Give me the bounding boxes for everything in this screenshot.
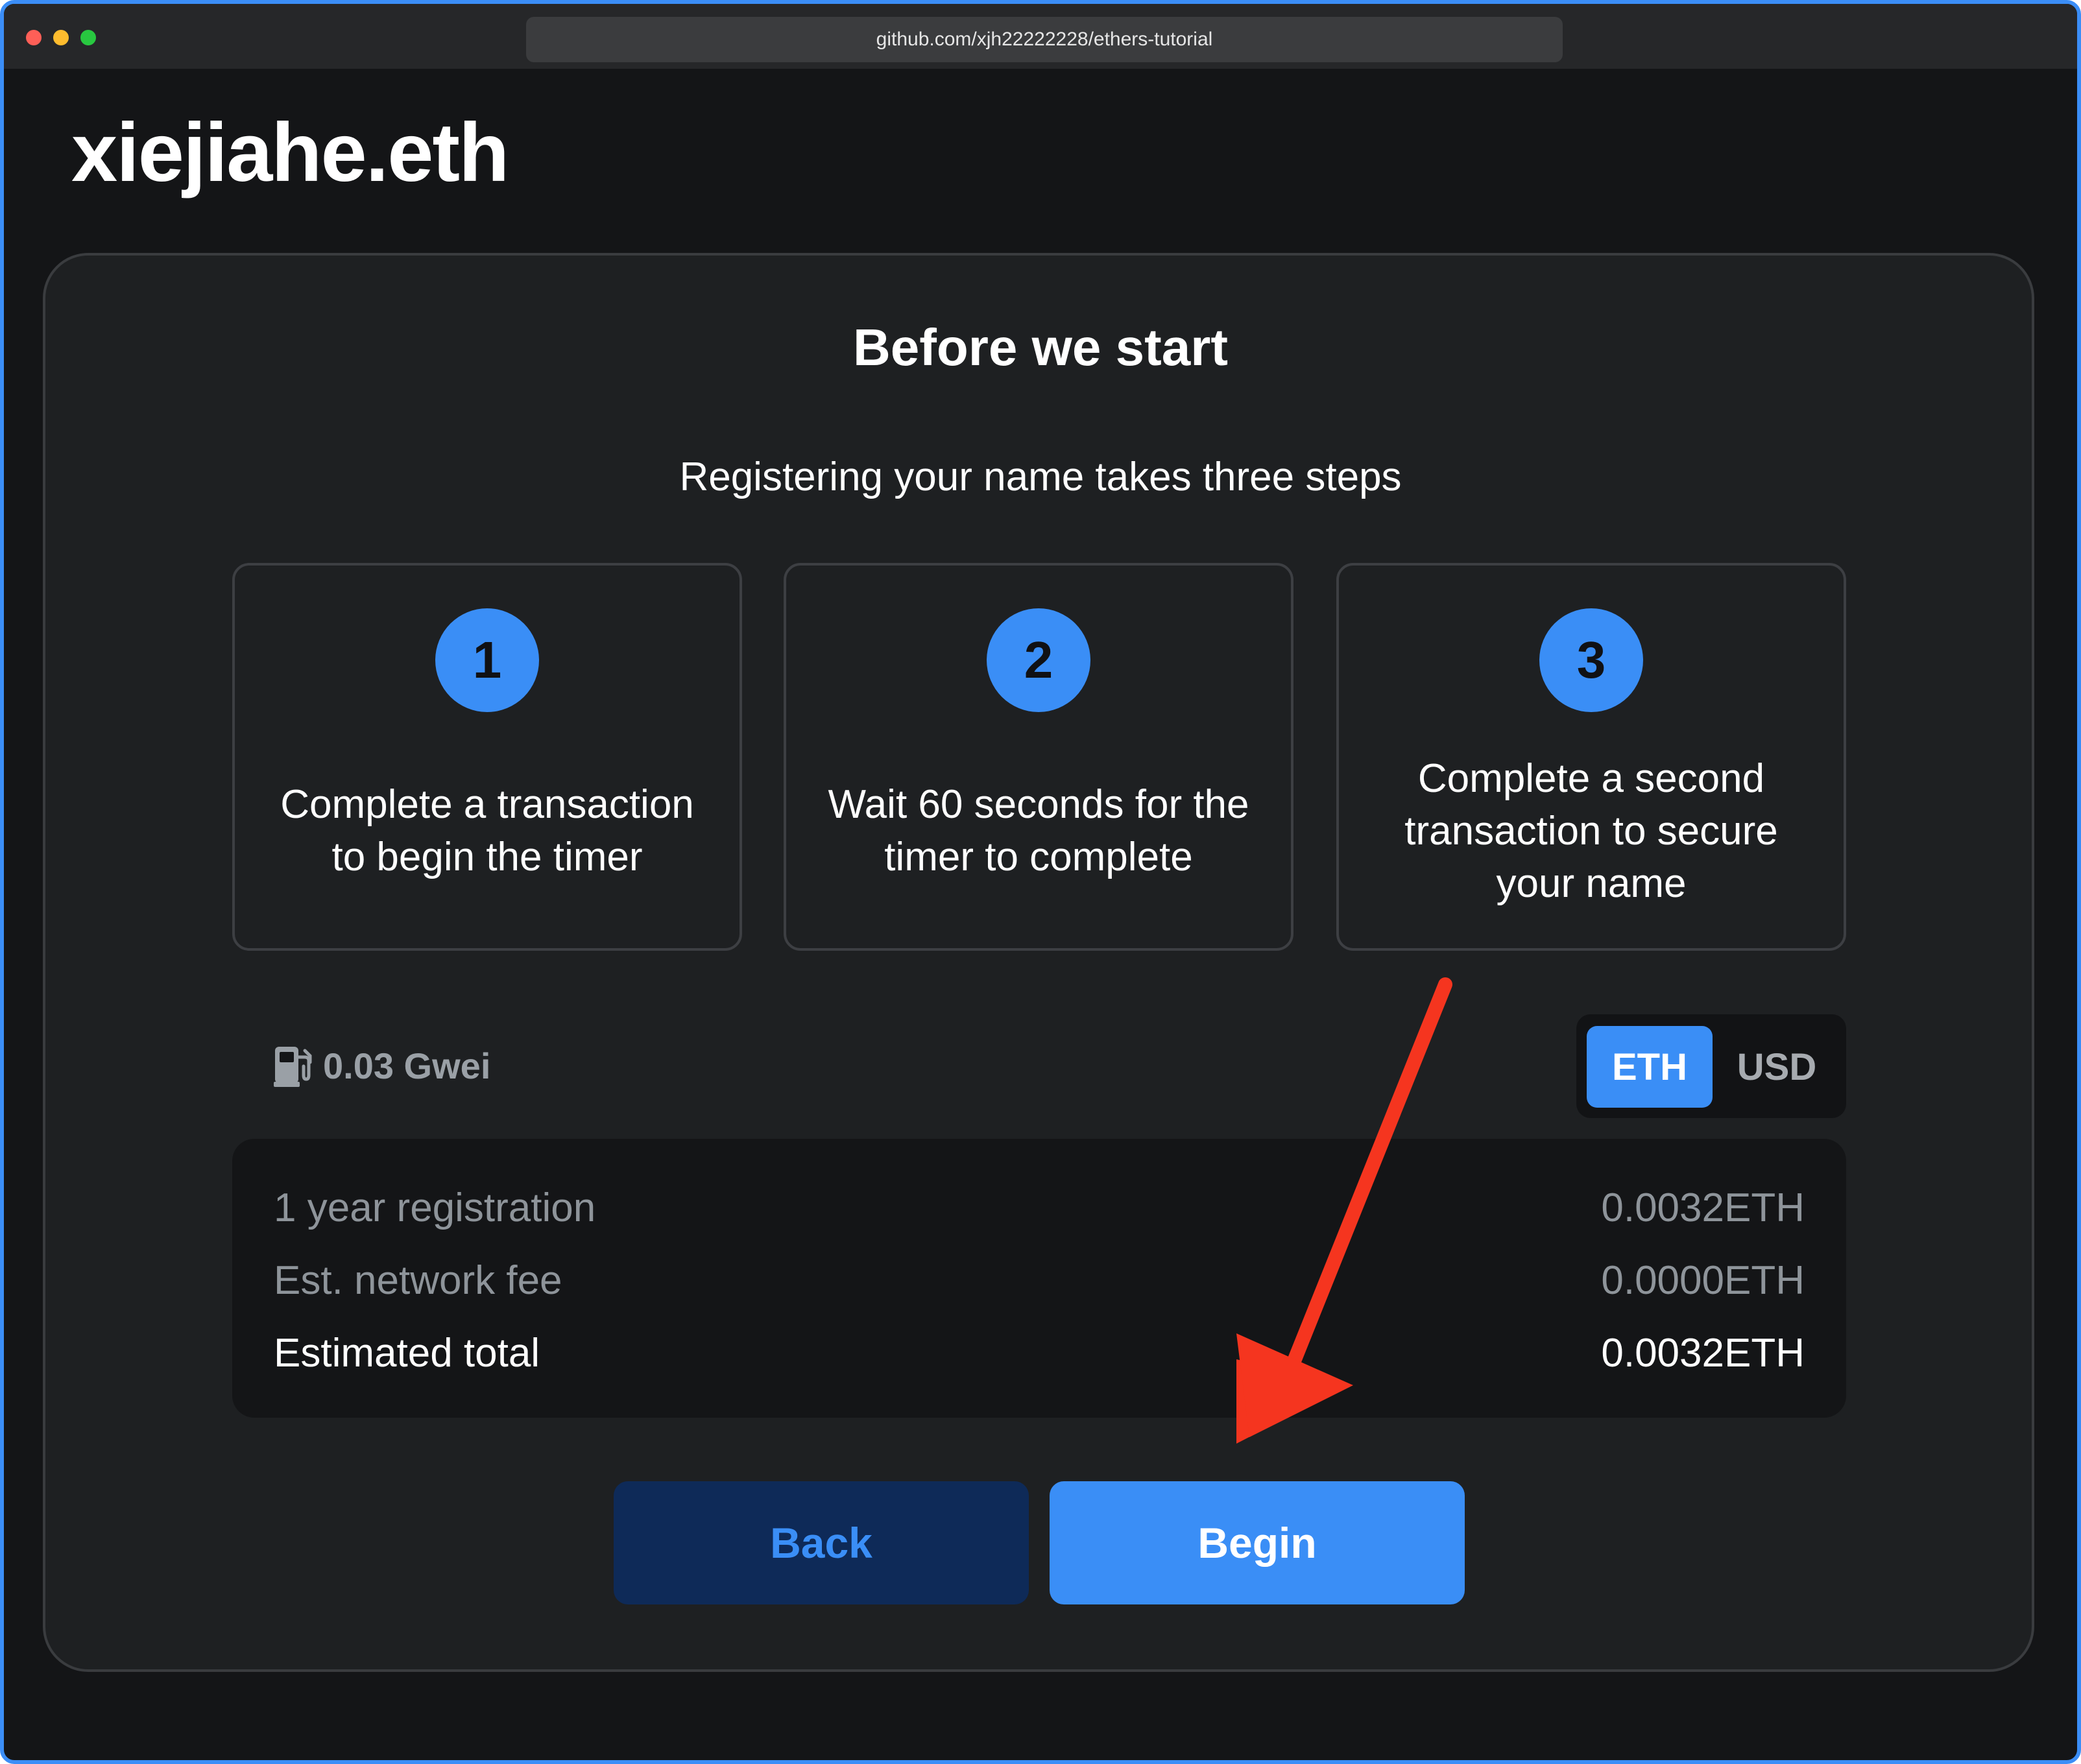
summary-label: Estimated total: [274, 1330, 540, 1376]
step-number-badge: 1: [435, 608, 539, 712]
step-number-badge: 3: [1539, 608, 1643, 712]
step-description: Complete a second transaction to secure …: [1404, 756, 1778, 906]
summary-value: 0.0032ETH: [1601, 1185, 1805, 1230]
browser-titlebar: github.com/xjh22222228/ethers-tutorial: [4, 4, 2077, 69]
zoom-window-button[interactable]: [80, 30, 96, 45]
step-description: Wait 60 seconds for the timer to complet…: [828, 782, 1249, 879]
begin-button[interactable]: Begin: [1050, 1481, 1465, 1604]
step-card-1: 1 Complete a transaction to begin the ti…: [232, 563, 742, 951]
currency-option-eth[interactable]: ETH: [1587, 1026, 1713, 1108]
summary-label: 1 year registration: [274, 1185, 596, 1230]
summary-row-network-fee: Est. network fee 0.0000ETH: [274, 1248, 1805, 1313]
step-number-badge: 2: [987, 608, 1090, 712]
minimize-window-button[interactable]: [53, 30, 69, 45]
summary-value: 0.0032ETH: [1601, 1330, 1805, 1376]
gas-pump-icon: [274, 1047, 312, 1087]
currency-toggle: ETH USD: [1576, 1014, 1846, 1118]
summary-value: 0.0000ETH: [1601, 1257, 1805, 1303]
gas-price-value: 0.03 Gwei: [323, 1045, 491, 1086]
summary-label: Est. network fee: [274, 1257, 562, 1303]
back-button[interactable]: Back: [614, 1481, 1029, 1604]
cost-summary: 1 year registration 0.0032ETH Est. netwo…: [232, 1139, 1846, 1418]
close-window-button[interactable]: [26, 30, 42, 45]
gas-price: 0.03 Gwei: [274, 1042, 490, 1090]
address-bar[interactable]: github.com/xjh22222228/ethers-tutorial: [526, 17, 1563, 62]
card-subtitle: Registering your name takes three steps: [679, 455, 1402, 499]
card-title: Before we start: [853, 318, 1228, 376]
step-description: Complete a transaction to begin the time…: [280, 782, 694, 879]
site-name: xiejiahe.eth: [71, 106, 509, 199]
summary-row-total: Estimated total 0.0032ETH: [274, 1320, 1805, 1385]
step-card-3: 3 Complete a second transaction to secur…: [1336, 563, 1846, 951]
currency-option-usd[interactable]: USD: [1715, 1026, 1838, 1108]
step-card-2: 2 Wait 60 seconds for the timer to compl…: [784, 563, 1293, 951]
summary-row-registration: 1 year registration 0.0032ETH: [274, 1175, 1805, 1240]
browser-window: github.com/xjh22222228/ethers-tutorial x…: [0, 0, 2081, 1764]
